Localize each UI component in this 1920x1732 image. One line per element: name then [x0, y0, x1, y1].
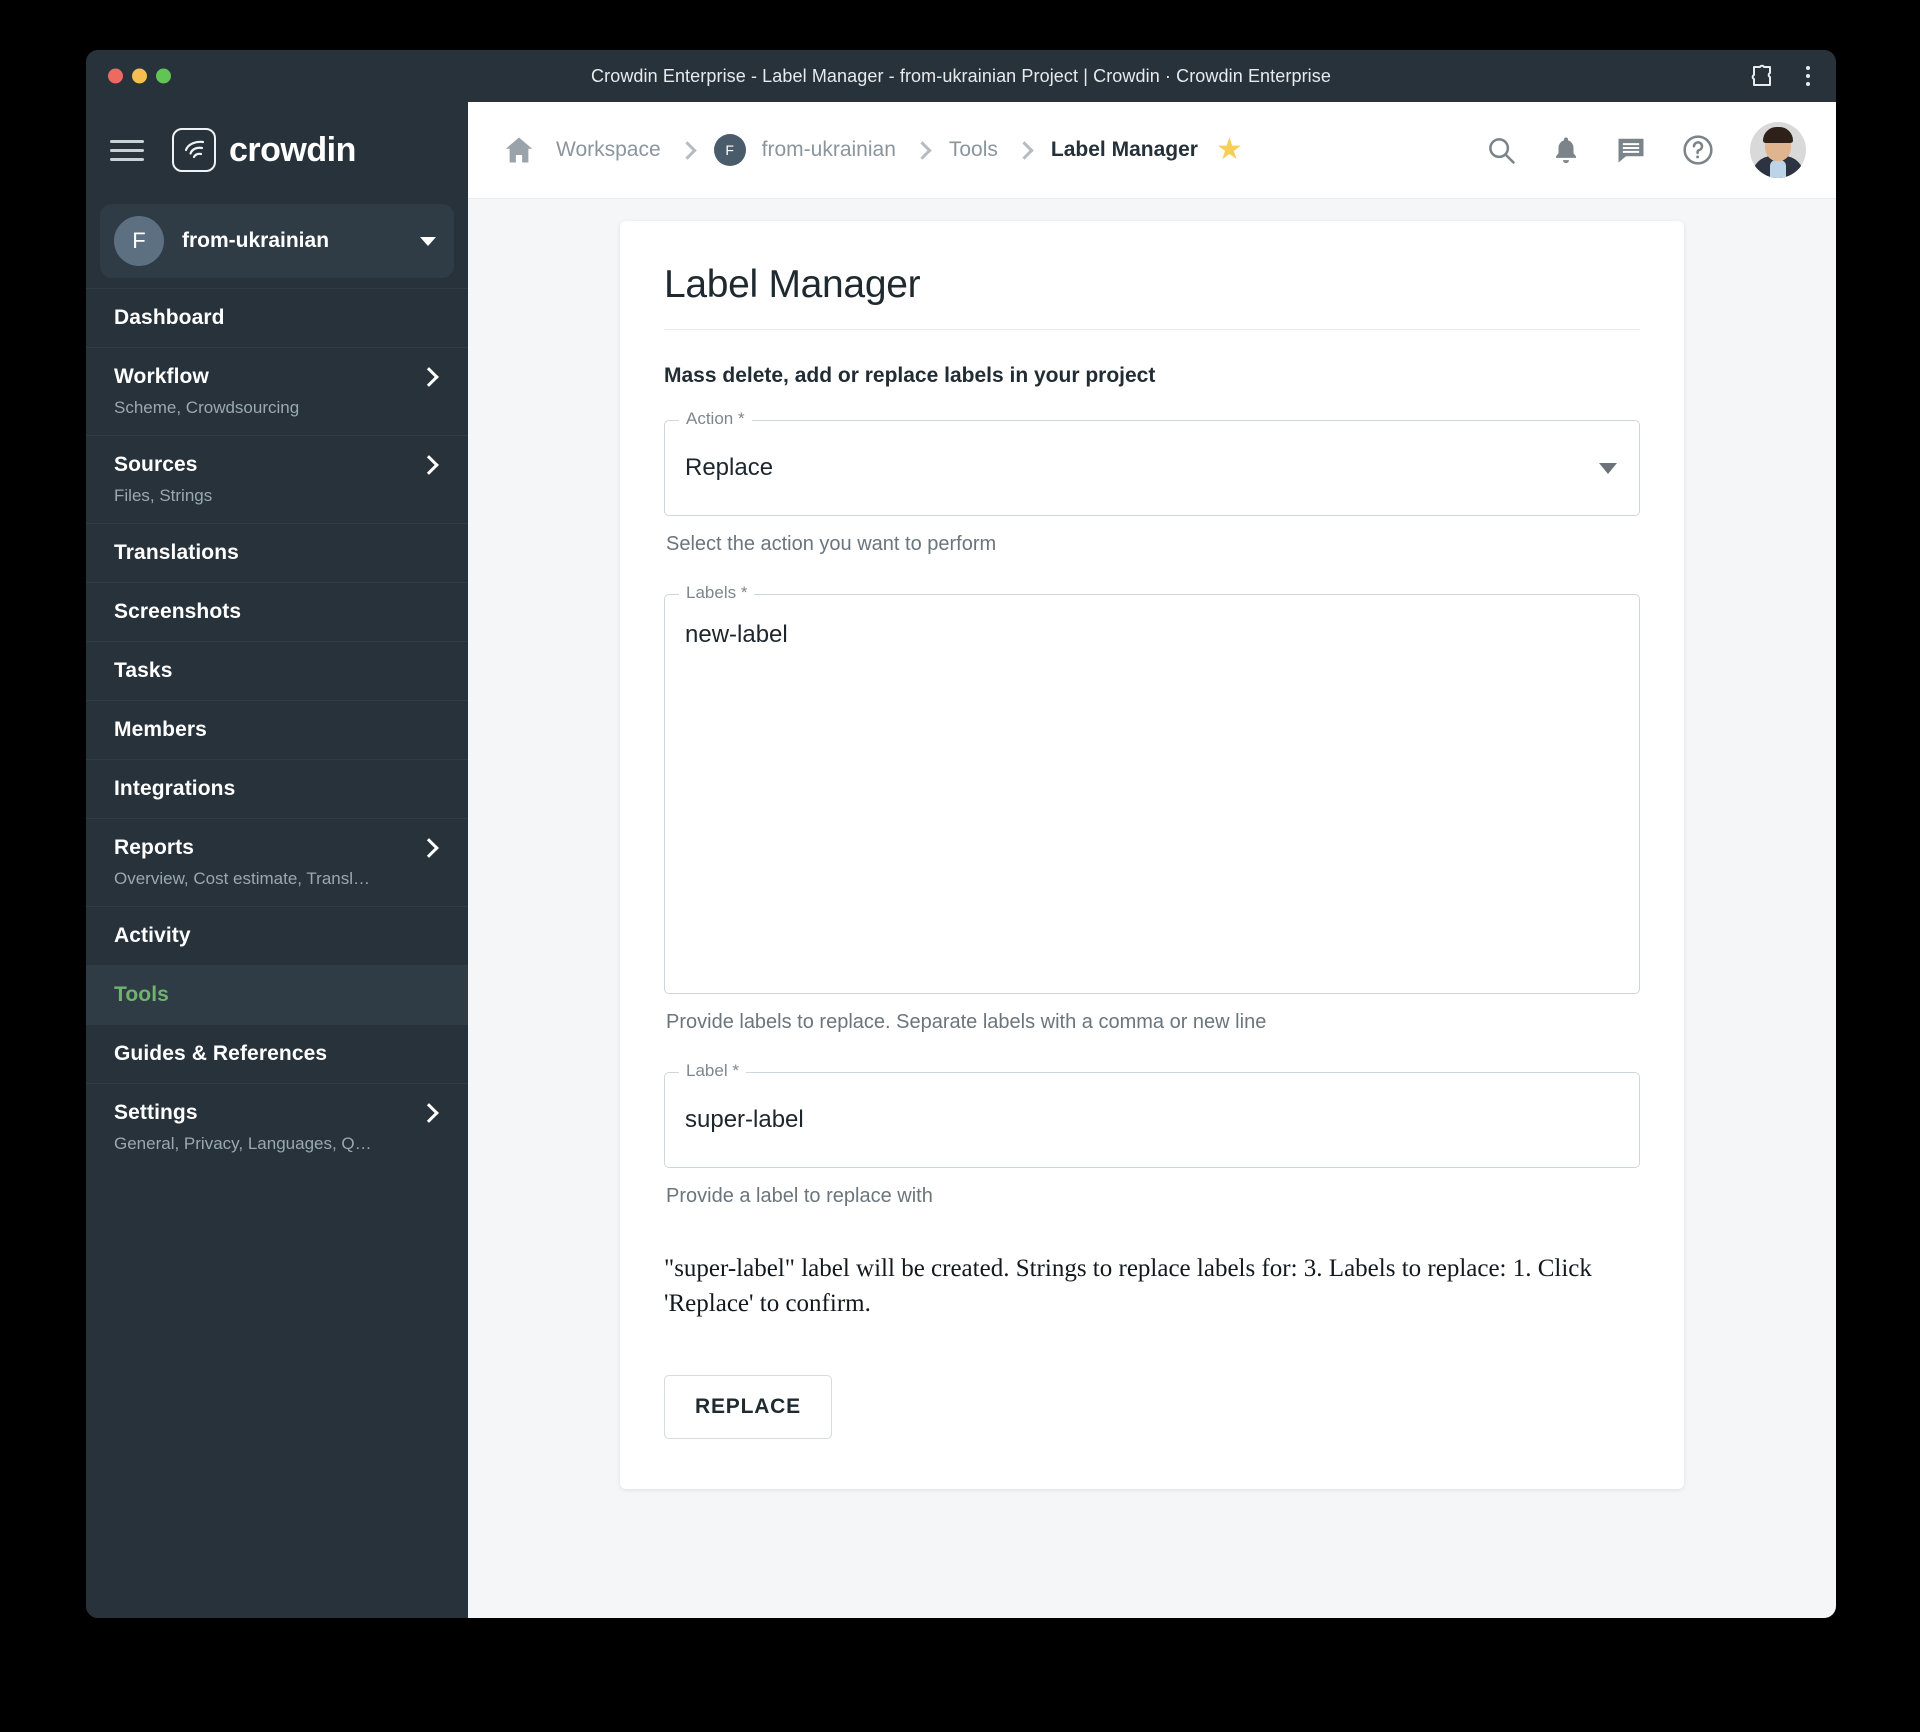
sidebar-item-sublabel: Files, Strings — [114, 486, 394, 506]
breadcrumb: Workspace F from-ukrainian Tools Label M… — [504, 134, 1486, 166]
chevron-right-icon — [419, 455, 439, 475]
page-title: Label Manager — [664, 263, 1640, 307]
sidebar-item-translations[interactable]: Translations — [86, 524, 468, 583]
sidebar-item-label: Activity — [114, 924, 440, 948]
kebab-menu-icon[interactable] — [1800, 64, 1816, 88]
browser-window: Crowdin Enterprise - Label Manager - fro… — [86, 50, 1836, 1618]
sidebar-nav: Dashboard Workflow Scheme, Crowdsourcing… — [86, 288, 468, 1171]
browser-toolbar-actions — [1750, 63, 1816, 89]
hamburger-menu-icon[interactable] — [110, 140, 144, 161]
browser-titlebar: Crowdin Enterprise - Label Manager - fro… — [86, 50, 1836, 102]
sidebar-item-label: Members — [114, 718, 440, 742]
chevron-right-icon — [678, 141, 696, 159]
sidebar-item-label: Dashboard — [114, 306, 440, 330]
sidebar-item-sublabel: Overview, Cost estimate, Transl… — [114, 869, 394, 889]
chevron-right-icon — [419, 367, 439, 387]
page-subtitle: Mass delete, add or replace labels in yo… — [664, 364, 1640, 388]
label-input-value: super-label — [665, 1106, 824, 1134]
action-select[interactable]: Action * Replace — [664, 420, 1640, 516]
sidebar-item-label: Screenshots — [114, 600, 440, 624]
label-field-helper: Provide a label to replace with — [666, 1185, 1640, 1208]
action-field-legend: Action * — [679, 410, 752, 427]
page-scroll-area[interactable]: Label Manager Mass delete, add or replac… — [468, 199, 1836, 1618]
breadcrumb-current: Label Manager — [1051, 138, 1198, 162]
action-field: Action * Replace — [664, 420, 1640, 516]
project-switcher[interactable]: F from-ukrainian — [100, 204, 454, 278]
browser-tab-title: Crowdin Enterprise - Label Manager - fro… — [86, 66, 1836, 87]
breadcrumb-tools[interactable]: Tools — [949, 138, 998, 162]
topbar-actions — [1486, 122, 1806, 178]
chevron-right-icon — [913, 141, 931, 159]
chevron-right-icon — [1015, 141, 1033, 159]
star-icon[interactable]: ★ — [1216, 135, 1243, 165]
app-shell: crowdin F from-ukrainian Dashboard Workf… — [86, 102, 1836, 1618]
brand-name: crowdin — [229, 131, 356, 170]
labels-field-helper: Provide labels to replace. Separate labe… — [666, 1011, 1640, 1034]
sidebar-item-screenshots[interactable]: Screenshots — [86, 583, 468, 642]
sidebar-item-workflow[interactable]: Workflow Scheme, Crowdsourcing — [86, 348, 468, 436]
breadcrumb-workspace[interactable]: Workspace — [556, 138, 661, 162]
label-field: Label * super-label — [664, 1072, 1640, 1168]
sidebar-item-label: Workflow — [114, 365, 422, 389]
sidebar-item-label: Guides & References — [114, 1042, 440, 1066]
sidebar-item-label: Integrations — [114, 777, 440, 801]
sidebar-item-activity[interactable]: Activity — [86, 907, 468, 966]
crowdin-brand[interactable]: crowdin — [172, 128, 356, 172]
messages-icon[interactable] — [1616, 136, 1646, 164]
avatar[interactable] — [1750, 122, 1806, 178]
sidebar-item-dashboard[interactable]: Dashboard — [86, 289, 468, 348]
chevron-right-icon — [419, 838, 439, 858]
notifications-bell-icon[interactable] — [1552, 135, 1580, 165]
sidebar: crowdin F from-ukrainian Dashboard Workf… — [86, 102, 468, 1618]
sidebar-item-reports[interactable]: Reports Overview, Cost estimate, Transl… — [86, 819, 468, 907]
content-area: Workspace F from-ukrainian Tools Label M… — [468, 102, 1836, 1618]
replace-button[interactable]: REPLACE — [664, 1375, 832, 1439]
action-select-value: Replace — [665, 454, 1599, 482]
search-icon[interactable] — [1486, 135, 1516, 165]
breadcrumb-project-avatar: F — [714, 134, 746, 166]
labels-textarea[interactable]: Labels * new-label — [664, 594, 1640, 994]
sidebar-item-sublabel: Scheme, Crowdsourcing — [114, 398, 394, 418]
sidebar-item-guides-references[interactable]: Guides & References — [86, 1025, 468, 1084]
home-icon[interactable] — [504, 136, 534, 164]
sidebar-item-label: Reports — [114, 836, 422, 860]
sidebar-item-label: Settings — [114, 1101, 422, 1125]
sidebar-item-tasks[interactable]: Tasks — [86, 642, 468, 701]
chevron-down-icon[interactable] — [1599, 463, 1617, 474]
label-field-legend: Label * — [679, 1062, 746, 1079]
chevron-right-icon — [419, 1103, 439, 1123]
sidebar-item-label: Translations — [114, 541, 440, 565]
breadcrumb-project[interactable]: from-ukrainian — [762, 138, 896, 162]
labels-textarea-value: new-label — [665, 595, 1639, 675]
sidebar-item-members[interactable]: Members — [86, 701, 468, 760]
sidebar-item-tools[interactable]: Tools — [86, 966, 468, 1025]
sidebar-item-label: Tasks — [114, 659, 440, 683]
sidebar-item-integrations[interactable]: Integrations — [86, 760, 468, 819]
avatar-hair — [1763, 127, 1793, 143]
sidebar-item-sources[interactable]: Sources Files, Strings — [86, 436, 468, 524]
project-name: from-ukrainian — [182, 229, 402, 253]
project-avatar: F — [114, 216, 164, 266]
sidebar-item-label: Sources — [114, 453, 422, 477]
label-input[interactable]: Label * super-label — [664, 1072, 1640, 1168]
label-manager-card: Label Manager Mass delete, add or replac… — [620, 221, 1684, 1489]
crowdin-logo-icon — [172, 128, 216, 172]
title-divider — [664, 329, 1640, 330]
chevron-down-icon[interactable] — [420, 237, 436, 246]
labels-field-legend: Labels * — [679, 584, 754, 601]
labels-field: Labels * new-label — [664, 594, 1640, 994]
avatar-shirt — [1770, 160, 1786, 178]
sidebar-header: crowdin — [86, 102, 468, 198]
sidebar-item-label: Tools — [114, 983, 440, 1007]
top-bar: Workspace F from-ukrainian Tools Label M… — [468, 102, 1836, 199]
sidebar-item-sublabel: General, Privacy, Languages, Q… — [114, 1134, 394, 1154]
action-field-helper: Select the action you want to perform — [666, 533, 1640, 556]
sidebar-item-settings[interactable]: Settings General, Privacy, Languages, Q… — [86, 1084, 468, 1171]
puzzle-extension-icon[interactable] — [1750, 63, 1774, 89]
confirmation-message: "super-label" label will be created. Str… — [664, 1252, 1640, 1321]
help-icon[interactable] — [1682, 134, 1714, 166]
